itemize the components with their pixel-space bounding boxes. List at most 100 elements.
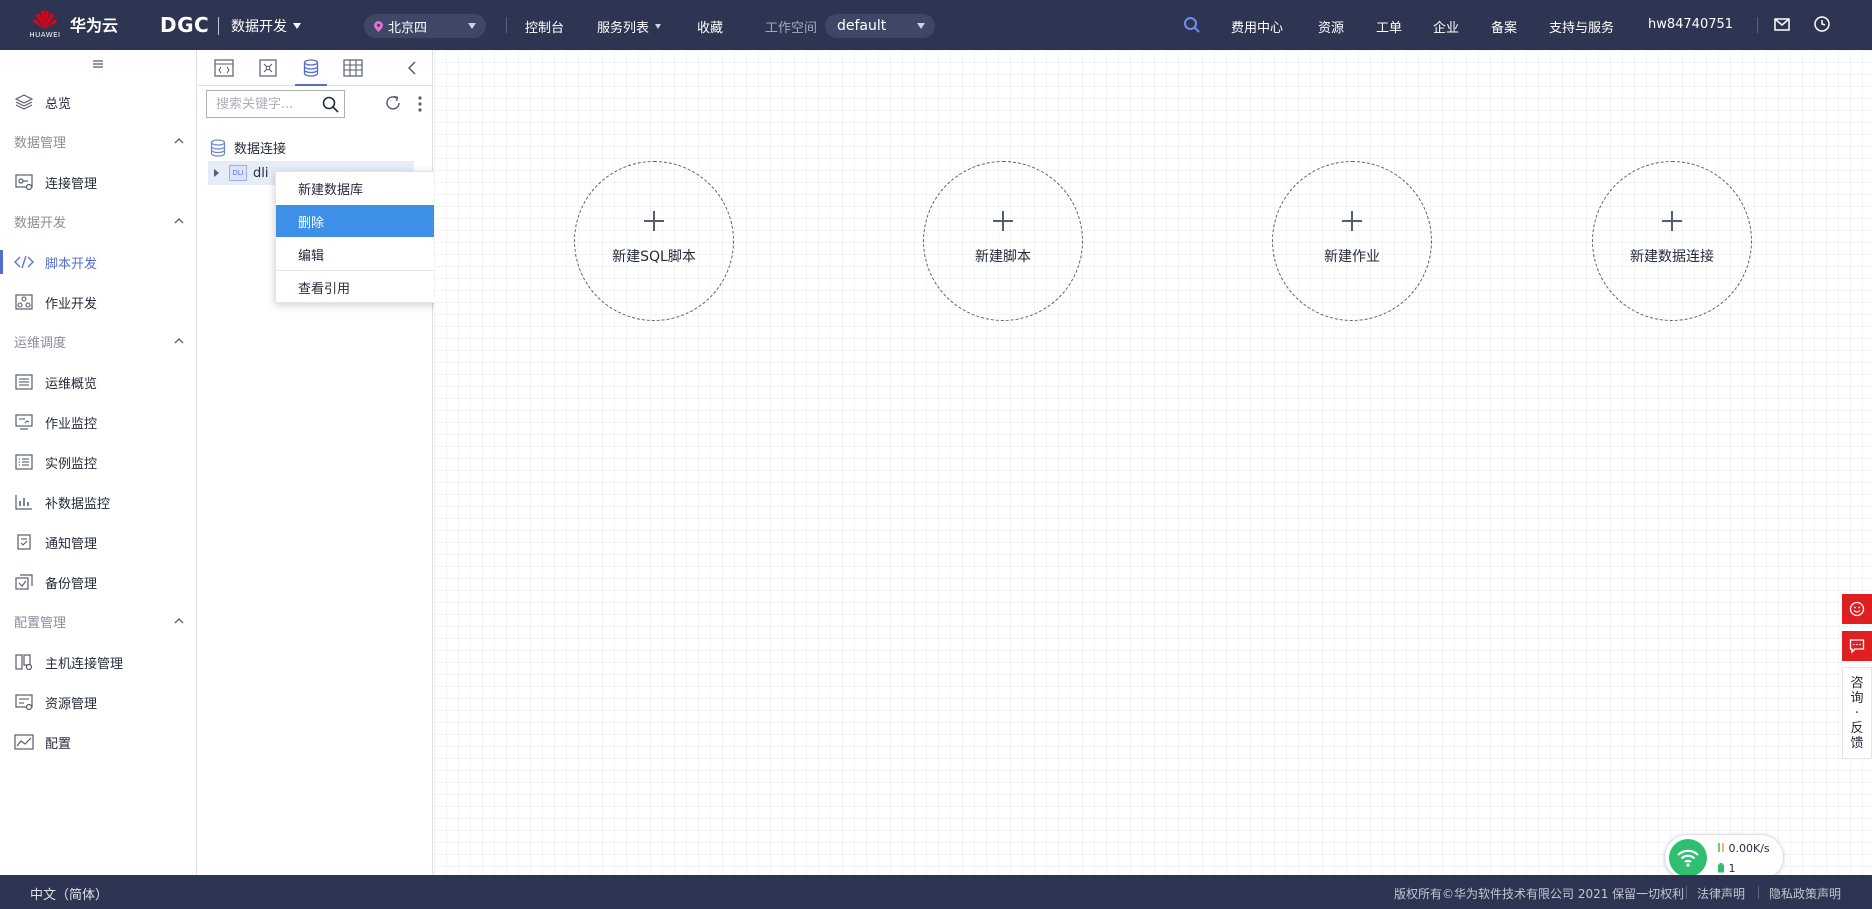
table-tab-icon[interactable]: [341, 56, 365, 80]
chat-button[interactable]: [1842, 631, 1872, 661]
consult-char: 询: [1850, 690, 1864, 706]
monitor-icon: [14, 413, 34, 431]
resources-link[interactable]: 资源: [1318, 17, 1344, 36]
sidebar-item-label: 运维概览: [45, 376, 98, 392]
sidebar-item-label: 补数据监控: [45, 496, 111, 512]
product-name[interactable]: DGC: [160, 13, 209, 37]
billing-center-link[interactable]: 费用中心: [1231, 17, 1283, 36]
consult-feedback-button[interactable]: 咨 询 · 反 馈: [1842, 667, 1872, 759]
sidebar-item-notification-management[interactable]: 通知管理: [0, 524, 196, 560]
region-label: 北京四: [388, 20, 428, 36]
support-link[interactable]: 支持与服务: [1549, 17, 1614, 36]
user-account-link[interactable]: hw84740751: [1648, 17, 1733, 32]
workspace-select[interactable]: default: [825, 14, 935, 38]
sidebar-item-job-monitor[interactable]: 作业监控: [0, 404, 196, 440]
new-script-button[interactable]: 新建脚本: [923, 161, 1083, 321]
mail-icon[interactable]: [1773, 15, 1791, 33]
caret-down-icon: [917, 23, 925, 29]
module-switcher[interactable]: 数据开发: [231, 16, 301, 36]
new-sql-script-button[interactable]: 新建SQL脚本: [574, 161, 734, 321]
chevron-up-icon: [174, 338, 184, 344]
workflow-icon: [14, 293, 34, 311]
sidebar-item-script-development[interactable]: 脚本开发: [0, 244, 196, 280]
chevron-up-icon: [174, 138, 184, 144]
menu-item-view-references[interactable]: 查看引用: [276, 271, 455, 303]
privacy-policy-link[interactable]: 隐私政策声明: [1769, 885, 1841, 902]
sidebar-group-config-management[interactable]: 配置管理: [14, 611, 184, 631]
tickets-link[interactable]: 工单: [1376, 17, 1402, 36]
search-icon[interactable]: [322, 96, 339, 113]
caret-down-icon: [468, 23, 476, 29]
left-sidebar: 总览 数据管理 连接管理 数据开发 脚本开发 作业开发 运维调度 运维概览 作业…: [0, 50, 197, 875]
footer-divider: [1686, 886, 1687, 899]
chevron-up-icon: [174, 618, 184, 624]
sidebar-item-job-development[interactable]: 作业开发: [0, 284, 196, 320]
sidebar-item-backfill-monitor[interactable]: 补数据监控: [0, 484, 196, 520]
button-label: 新建数据连接: [1630, 249, 1714, 265]
new-data-connection-button[interactable]: 新建数据连接: [1592, 161, 1752, 321]
dli-connection-icon: DLI: [229, 165, 247, 181]
job-tab-icon[interactable]: [256, 56, 280, 80]
tree-root-data-connections[interactable]: 数据连接: [210, 138, 286, 157]
collapse-panel-icon[interactable]: [400, 56, 424, 80]
sidebar-item-overview[interactable]: 总览: [0, 84, 196, 120]
collapse-menu-icon[interactable]: [92, 58, 104, 70]
smile-feedback-button[interactable]: [1842, 594, 1872, 624]
region-selector[interactable]: 北京四: [364, 14, 486, 38]
sidebar-group-label: 数据开发: [14, 215, 67, 231]
button-label: 新建作业: [1324, 249, 1380, 265]
plus-icon: [1342, 211, 1362, 231]
sidebar-group-data-management[interactable]: 数据管理: [14, 131, 184, 151]
speed-value: 0.00K/s: [1728, 842, 1770, 855]
filing-link[interactable]: 备案: [1491, 17, 1517, 36]
footer: 中文（简体） 版权所有©华为软件技术有限公司 2021 保留一切权利 法律声明 …: [0, 875, 1872, 909]
up-down-arrow-icon: [1718, 843, 1724, 852]
huawei-cloud-logo[interactable]: HUAWEI 华为云: [29, 8, 118, 40]
sidebar-group-label: 运维调度: [14, 335, 67, 351]
sidebar-item-resource-management[interactable]: 资源管理: [0, 684, 196, 720]
menu-item-delete[interactable]: 删除: [276, 205, 455, 237]
chat-icon: [1849, 639, 1865, 654]
expand-arrow-icon[interactable]: [214, 169, 219, 177]
new-job-button[interactable]: 新建作业: [1272, 161, 1432, 321]
legal-notice-link[interactable]: 法律声明: [1697, 885, 1745, 902]
resource-icon: [14, 693, 34, 711]
database-icon: [210, 138, 226, 157]
language-switcher[interactable]: 中文（简体）: [30, 884, 108, 903]
refresh-icon[interactable]: [384, 94, 402, 112]
enterprise-link[interactable]: 企业: [1433, 17, 1459, 36]
tree-search-input[interactable]: [216, 96, 316, 112]
script-tab-icon[interactable]: [212, 56, 236, 80]
menu-item-new-database[interactable]: 新建数据库: [276, 172, 455, 204]
favorites-link[interactable]: 收藏: [697, 17, 723, 36]
clock-icon[interactable]: [1813, 15, 1831, 33]
console-link[interactable]: 控制台: [525, 17, 564, 36]
sidebar-item-config[interactable]: 配置: [0, 724, 196, 760]
tree-search-field[interactable]: [206, 90, 345, 118]
sidebar-item-host-connection-management[interactable]: 主机连接管理: [0, 644, 196, 680]
more-vertical-icon[interactable]: [418, 95, 422, 113]
plus-icon: [1662, 211, 1682, 231]
sidebar-item-label: 作业监控: [45, 416, 98, 432]
sidebar-item-ops-overview[interactable]: 运维概览: [0, 364, 196, 400]
location-pin-icon: [374, 20, 383, 32]
service-list-menu[interactable]: 服务列表: [597, 17, 662, 36]
product-divider: [218, 17, 219, 35]
sidebar-item-connection-management[interactable]: 连接管理: [0, 164, 196, 200]
network-speed-widget[interactable]: 0.00K/s 1: [1664, 834, 1784, 880]
sidebar-group-ops-scheduling[interactable]: 运维调度: [14, 331, 184, 351]
menu-item-edit[interactable]: 编辑: [276, 238, 455, 270]
consult-char: 馈: [1850, 735, 1864, 751]
dashboard-icon: [14, 373, 34, 391]
consult-char: 咨: [1850, 675, 1864, 691]
sidebar-item-instance-monitor[interactable]: 实例监控: [0, 444, 196, 480]
chevron-up-icon: [174, 218, 184, 224]
plus-icon: [993, 211, 1013, 231]
server-icon: [14, 653, 34, 671]
list-icon: [14, 453, 34, 471]
data-connection-tab-icon[interactable]: [295, 56, 327, 86]
divider: [506, 17, 507, 33]
sidebar-item-backup-management[interactable]: 备份管理: [0, 564, 196, 600]
sidebar-group-data-development[interactable]: 数据开发: [14, 211, 184, 231]
search-icon[interactable]: [1183, 16, 1201, 34]
